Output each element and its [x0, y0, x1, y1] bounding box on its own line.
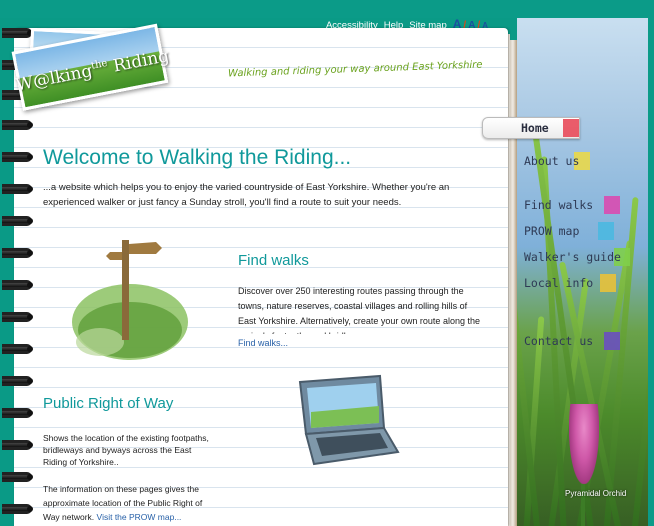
find-walks-link[interactable]: Find walks...	[238, 338, 288, 348]
prow-description-2: The information on these pages gives the…	[43, 482, 213, 524]
nav-tab-marker	[563, 119, 579, 137]
prow-map-link[interactable]: Visit the PROW map...	[97, 512, 182, 522]
nav-prow-label: PROW map	[524, 224, 580, 238]
nav-tab-marker	[604, 332, 620, 350]
nav-walkers-guide[interactable]: Walker's guide	[518, 247, 630, 267]
signpost-illustration	[72, 240, 188, 360]
photo-caption: Pyramidal Orchid	[565, 489, 627, 498]
page-title: Welcome to Walking the Riding...	[43, 146, 352, 169]
nav-home-label: Home	[521, 121, 549, 135]
nav-about-label: About us	[524, 154, 580, 168]
laptop-illustration	[298, 374, 400, 466]
find-walks-heading: Find walks	[238, 252, 309, 269]
notebook-page-edge	[509, 40, 517, 526]
prow-heading: Public Right of Way	[43, 395, 174, 412]
nav-contact-us[interactable]: Contact us	[518, 331, 622, 351]
nav-tab-marker	[600, 274, 616, 292]
prow-description: Shows the location of the existing footp…	[43, 433, 209, 467]
top-frame	[0, 0, 654, 18]
nav-prow-map[interactable]: PROW map	[518, 221, 618, 241]
find-walks-text: Discover over 250 interesting routes pas…	[238, 286, 480, 334]
right-frame	[648, 0, 654, 526]
nav-walkers-guide-label: Walker's guide	[524, 250, 621, 264]
nav-tab-marker	[604, 196, 620, 214]
logo-the: the	[90, 57, 109, 72]
intro-text: ...a website which helps you to enjoy th…	[43, 182, 450, 208]
nav-about-us[interactable]: About us	[518, 151, 590, 171]
nav-find-walks-label: Find walks	[524, 198, 594, 212]
nav-home[interactable]: Home	[482, 117, 580, 139]
orchid-image	[569, 404, 599, 484]
nav-contact-label: Contact us	[524, 334, 594, 348]
nav-local-info[interactable]: Local info	[518, 273, 622, 293]
sidebar-photo	[517, 18, 648, 526]
nav-tab-marker	[598, 222, 614, 240]
nav-find-walks[interactable]: Find walks	[518, 195, 620, 215]
nav-local-info-label: Local info	[524, 276, 594, 290]
